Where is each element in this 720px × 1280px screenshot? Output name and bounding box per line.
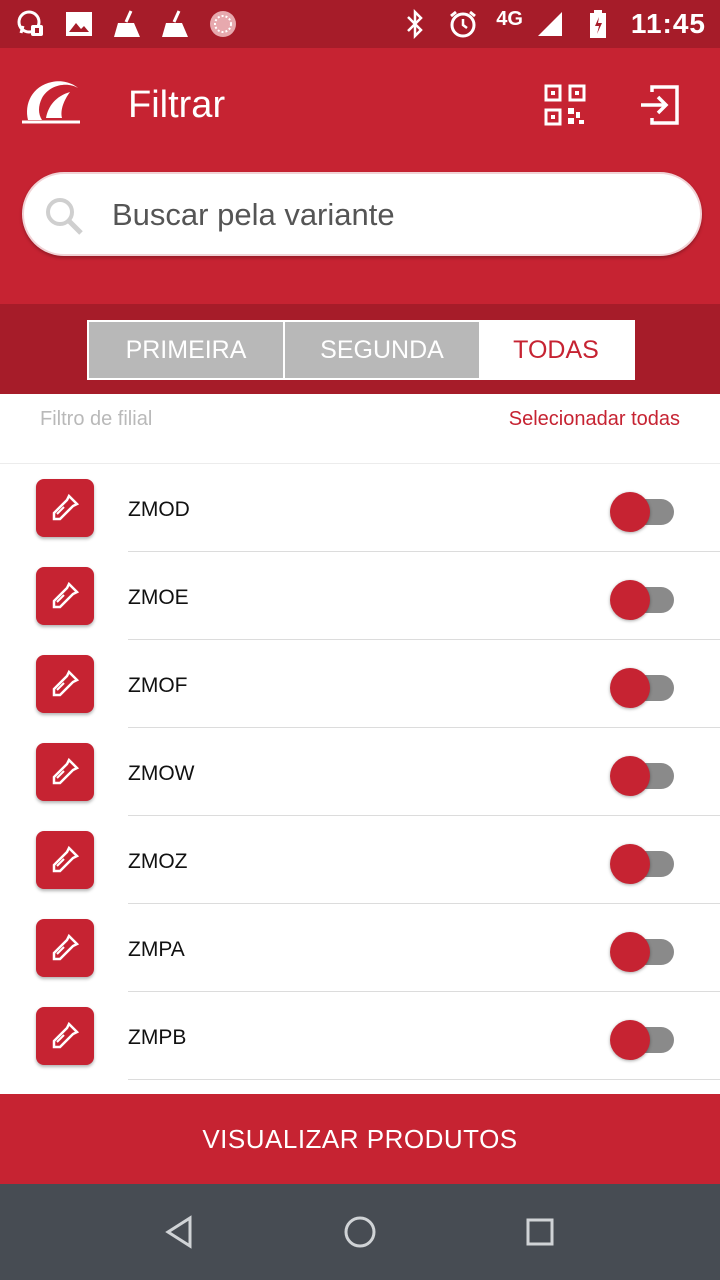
network-type: 4G: [496, 7, 523, 30]
divider: [128, 1079, 720, 1080]
eyedropper-icon[interactable]: [36, 743, 94, 801]
segmented-control: PRIMEIRA SEGUNDA TODAS: [87, 320, 635, 380]
item-label: ZMOZ: [128, 850, 188, 873]
status-bar: 4G 11:45: [0, 0, 720, 48]
app-icon: [208, 9, 238, 39]
toggle-switch[interactable]: [608, 752, 676, 796]
clock: 11:45: [630, 8, 706, 39]
back-icon[interactable]: [160, 1212, 200, 1252]
branch-list: ZMOD ZMOE ZMOF ZMOW ZMOZ ZMPA ZMPB: [0, 464, 720, 1080]
item-label: ZMOD: [128, 498, 190, 521]
item-label: ZMOW: [128, 762, 195, 785]
whatsapp-icon: [16, 9, 46, 39]
search-bar[interactable]: [22, 172, 702, 256]
eyedropper-icon[interactable]: [36, 919, 94, 977]
toggle-switch[interactable]: [608, 1016, 676, 1060]
exit-icon[interactable]: [638, 84, 680, 126]
eyedropper-icon[interactable]: [36, 1007, 94, 1065]
select-all-link[interactable]: Selecionadar todas: [509, 408, 680, 431]
app-bar: Filtrar: [0, 48, 720, 304]
alarm-icon: [448, 9, 478, 39]
search-input[interactable]: [112, 188, 672, 242]
bluetooth-icon: [400, 9, 430, 39]
tabs-bar: PRIMEIRA SEGUNDA TODAS: [0, 304, 720, 394]
toggle-switch[interactable]: [608, 840, 676, 884]
list-item: ZMPB: [0, 992, 720, 1080]
filter-header: Filtro de filial Selecionadar todas: [0, 394, 720, 464]
status-right: 4G 11:45: [400, 8, 706, 40]
toggle-thumb: [610, 932, 650, 972]
toggle-thumb: [610, 580, 650, 620]
page-title: Filtrar: [128, 84, 226, 126]
item-label: ZMOE: [128, 586, 189, 609]
list-item: ZMOF: [0, 640, 720, 728]
battery-icon: [583, 9, 613, 39]
eyedropper-icon[interactable]: [36, 479, 94, 537]
toggle-thumb: [610, 756, 650, 796]
toggle-thumb: [610, 844, 650, 884]
cleaner-icon: [112, 9, 142, 39]
list-item: ZMPA: [0, 904, 720, 992]
app-logo-icon: [20, 74, 82, 128]
system-nav-bar: [0, 1184, 720, 1280]
search-icon: [44, 196, 84, 236]
tab-todas[interactable]: TODAS: [479, 322, 633, 378]
view-products-button[interactable]: VISUALIZAR PRODUTOS: [0, 1094, 720, 1184]
toggle-switch[interactable]: [608, 488, 676, 532]
status-left: [16, 9, 238, 39]
list-item: ZMOZ: [0, 816, 720, 904]
toggle-switch[interactable]: [608, 664, 676, 708]
item-label: ZMPA: [128, 938, 185, 961]
list-item: ZMOD: [0, 464, 720, 552]
home-icon[interactable]: [340, 1212, 380, 1252]
filter-label: Filtro de filial: [40, 408, 153, 430]
eyedropper-icon[interactable]: [36, 567, 94, 625]
signal-icon: [535, 9, 565, 39]
recents-icon[interactable]: [520, 1212, 560, 1252]
tab-segunda[interactable]: SEGUNDA: [285, 322, 479, 378]
toggle-thumb: [610, 492, 650, 532]
list-item: ZMOE: [0, 552, 720, 640]
toggle-switch[interactable]: [608, 928, 676, 972]
item-label: ZMPB: [128, 1026, 187, 1049]
eyedropper-icon[interactable]: [36, 831, 94, 889]
eyedropper-icon[interactable]: [36, 655, 94, 713]
toggle-switch[interactable]: [608, 576, 676, 620]
gallery-icon: [64, 9, 94, 39]
tab-primeira[interactable]: PRIMEIRA: [89, 322, 285, 378]
qr-code-icon[interactable]: [544, 84, 586, 126]
item-label: ZMOF: [128, 674, 188, 697]
cleaner-icon: [160, 9, 190, 39]
toggle-thumb: [610, 1020, 650, 1060]
list-item: ZMOW: [0, 728, 720, 816]
toggle-thumb: [610, 668, 650, 708]
